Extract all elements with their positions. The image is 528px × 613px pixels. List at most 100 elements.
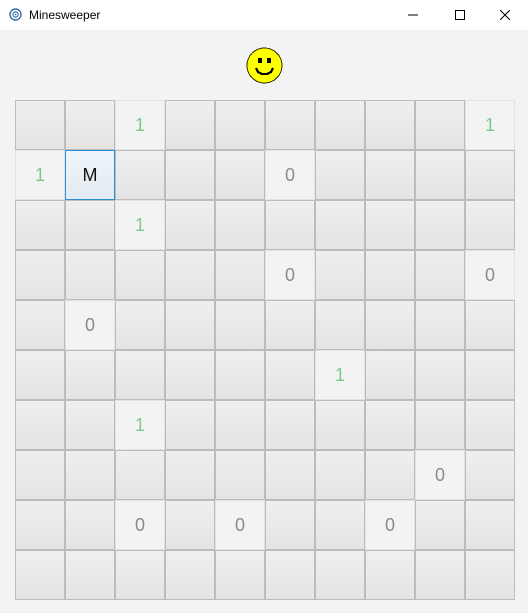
hidden-cell[interactable] [265, 200, 315, 250]
hidden-cell[interactable] [115, 350, 165, 400]
hidden-cell[interactable] [15, 200, 65, 250]
hidden-cell[interactable] [415, 300, 465, 350]
hidden-cell[interactable] [165, 450, 215, 500]
revealed-cell[interactable]: 1 [15, 150, 65, 200]
hidden-cell[interactable] [365, 300, 415, 350]
hidden-cell[interactable] [365, 100, 415, 150]
revealed-cell[interactable]: 0 [215, 500, 265, 550]
hidden-cell[interactable] [215, 300, 265, 350]
hidden-cell[interactable] [215, 350, 265, 400]
hidden-cell[interactable] [65, 450, 115, 500]
revealed-cell[interactable]: 0 [415, 450, 465, 500]
hidden-cell[interactable] [165, 400, 215, 450]
hidden-cell[interactable] [265, 300, 315, 350]
hidden-cell[interactable] [465, 450, 515, 500]
revealed-cell[interactable]: 0 [265, 150, 315, 200]
smiley-face-icon[interactable] [246, 47, 283, 84]
hidden-cell[interactable] [115, 300, 165, 350]
hidden-cell[interactable] [15, 250, 65, 300]
hidden-cell[interactable] [465, 200, 515, 250]
hidden-cell[interactable] [65, 350, 115, 400]
hidden-cell[interactable] [315, 150, 365, 200]
hidden-cell[interactable] [315, 500, 365, 550]
hidden-cell[interactable] [165, 300, 215, 350]
hidden-cell[interactable] [265, 400, 315, 450]
revealed-cell[interactable]: 1 [115, 400, 165, 450]
close-button[interactable] [482, 0, 528, 30]
hidden-cell[interactable] [215, 450, 265, 500]
hidden-cell[interactable] [315, 400, 365, 450]
revealed-cell[interactable]: 0 [115, 500, 165, 550]
marked-cell[interactable]: M [65, 150, 115, 200]
hidden-cell[interactable] [115, 250, 165, 300]
revealed-cell[interactable]: 0 [65, 300, 115, 350]
hidden-cell[interactable] [15, 300, 65, 350]
hidden-cell[interactable] [365, 450, 415, 500]
hidden-cell[interactable] [215, 250, 265, 300]
hidden-cell[interactable] [265, 350, 315, 400]
hidden-cell[interactable] [315, 200, 365, 250]
hidden-cell[interactable] [365, 400, 415, 450]
hidden-cell[interactable] [65, 250, 115, 300]
revealed-cell[interactable]: 1 [115, 200, 165, 250]
hidden-cell[interactable] [465, 300, 515, 350]
hidden-cell[interactable] [415, 350, 465, 400]
hidden-cell[interactable] [165, 550, 215, 600]
hidden-cell[interactable] [465, 400, 515, 450]
hidden-cell[interactable] [415, 150, 465, 200]
hidden-cell[interactable] [115, 150, 165, 200]
hidden-cell[interactable] [265, 100, 315, 150]
hidden-cell[interactable] [165, 100, 215, 150]
hidden-cell[interactable] [15, 550, 65, 600]
revealed-cell[interactable]: 1 [115, 100, 165, 150]
hidden-cell[interactable] [315, 100, 365, 150]
hidden-cell[interactable] [315, 300, 365, 350]
hidden-cell[interactable] [465, 350, 515, 400]
hidden-cell[interactable] [65, 500, 115, 550]
hidden-cell[interactable] [365, 550, 415, 600]
hidden-cell[interactable] [215, 200, 265, 250]
minimize-button[interactable] [390, 0, 436, 30]
hidden-cell[interactable] [15, 100, 65, 150]
hidden-cell[interactable] [15, 450, 65, 500]
hidden-cell[interactable] [15, 350, 65, 400]
hidden-cell[interactable] [65, 400, 115, 450]
hidden-cell[interactable] [415, 250, 465, 300]
hidden-cell[interactable] [465, 550, 515, 600]
revealed-cell[interactable]: 0 [465, 250, 515, 300]
hidden-cell[interactable] [315, 250, 365, 300]
hidden-cell[interactable] [115, 450, 165, 500]
hidden-cell[interactable] [165, 200, 215, 250]
hidden-cell[interactable] [315, 550, 365, 600]
hidden-cell[interactable] [165, 250, 215, 300]
hidden-cell[interactable] [265, 550, 315, 600]
hidden-cell[interactable] [215, 550, 265, 600]
hidden-cell[interactable] [465, 150, 515, 200]
hidden-cell[interactable] [365, 150, 415, 200]
hidden-cell[interactable] [65, 550, 115, 600]
hidden-cell[interactable] [15, 500, 65, 550]
revealed-cell[interactable]: 1 [465, 100, 515, 150]
hidden-cell[interactable] [115, 550, 165, 600]
hidden-cell[interactable] [65, 200, 115, 250]
hidden-cell[interactable] [165, 150, 215, 200]
hidden-cell[interactable] [215, 100, 265, 150]
hidden-cell[interactable] [265, 450, 315, 500]
hidden-cell[interactable] [215, 400, 265, 450]
hidden-cell[interactable] [365, 250, 415, 300]
hidden-cell[interactable] [415, 550, 465, 600]
hidden-cell[interactable] [315, 450, 365, 500]
hidden-cell[interactable] [365, 350, 415, 400]
hidden-cell[interactable] [215, 150, 265, 200]
hidden-cell[interactable] [65, 100, 115, 150]
hidden-cell[interactable] [365, 200, 415, 250]
revealed-cell[interactable]: 0 [265, 250, 315, 300]
hidden-cell[interactable] [415, 200, 465, 250]
hidden-cell[interactable] [165, 350, 215, 400]
revealed-cell[interactable]: 1 [315, 350, 365, 400]
hidden-cell[interactable] [415, 100, 465, 150]
hidden-cell[interactable] [465, 500, 515, 550]
hidden-cell[interactable] [415, 500, 465, 550]
hidden-cell[interactable] [15, 400, 65, 450]
maximize-button[interactable] [437, 0, 483, 30]
